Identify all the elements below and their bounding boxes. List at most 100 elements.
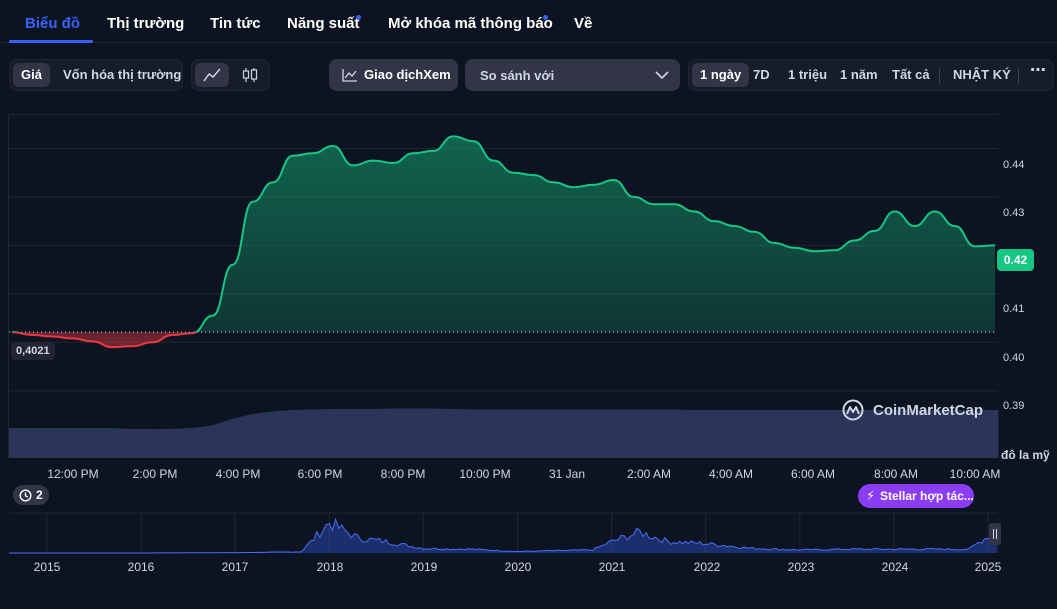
year-label: 2020 [504, 560, 532, 574]
volume-bar [773, 410, 777, 458]
volume-bar [155, 429, 160, 458]
volume-bar [632, 409, 636, 458]
volume-bar [419, 408, 423, 458]
volume-bar [614, 409, 618, 458]
volume-bar [812, 410, 816, 458]
volume-bar [65, 428, 70, 458]
volume-bar [107, 428, 112, 458]
volume-bar [572, 409, 576, 458]
volume-bar [395, 408, 400, 458]
volume-bar [398, 408, 403, 458]
volume-bar [605, 409, 609, 458]
x-tick: 10:00 PM [459, 467, 511, 481]
volume-bar [137, 429, 142, 458]
volume-bar [236, 417, 241, 458]
volume-bar [596, 409, 600, 458]
volume-bar [815, 410, 819, 458]
volume-bar [272, 411, 277, 458]
volume-bar [221, 421, 226, 458]
volume-bar [722, 410, 726, 458]
volume-bar [701, 410, 705, 458]
year-label: 2016 [127, 560, 155, 574]
overview-grid [9, 512, 998, 553]
volume-bar [131, 429, 136, 458]
volume-bar [83, 428, 88, 458]
volume-bar [239, 416, 244, 458]
events-count: 2 [36, 488, 43, 502]
volume-bar [557, 409, 561, 458]
x-tick: 8:00 AM [873, 467, 919, 481]
volume-bar [611, 409, 615, 458]
volume-bar [725, 410, 729, 458]
overview-range-handle[interactable] [989, 523, 1001, 545]
year-label: 2022 [693, 560, 721, 574]
open-price-badge: 0,4021 [11, 342, 55, 360]
volume-bar [38, 428, 43, 458]
volume-bar [590, 409, 594, 458]
volume-bar [287, 410, 292, 458]
volume-bar [770, 410, 774, 458]
news-event-label: Stellar hợp tác... [880, 489, 974, 503]
volume-bar [623, 409, 627, 458]
volume-bar [365, 409, 370, 458]
volume-bar [293, 409, 298, 458]
volume-bar [74, 428, 79, 458]
volume-bar [593, 409, 597, 458]
volume-bar [782, 410, 786, 458]
volume-bar [275, 411, 280, 458]
volume-bar [134, 429, 139, 458]
volume-bar [362, 409, 367, 458]
volume-bar [674, 409, 678, 458]
volume-bar [23, 428, 28, 458]
volume-bar [89, 428, 94, 458]
coinmarketcap-logo-icon [842, 399, 864, 421]
volume-bar [389, 408, 394, 458]
events-button[interactable]: 2 [13, 485, 49, 505]
volume-bar [500, 409, 504, 458]
volume-bar [485, 409, 489, 458]
volume-bar [830, 410, 834, 458]
volume-bar [698, 410, 702, 458]
volume-bar [542, 409, 546, 458]
volume-bar [821, 410, 825, 458]
volume-bar [17, 428, 22, 458]
volume-bar [482, 409, 486, 458]
volume-bar [47, 428, 52, 458]
volume-bar [665, 409, 669, 458]
year-label: 2025 [974, 560, 1002, 574]
volume-bar [494, 409, 498, 458]
volume-bar [806, 410, 810, 458]
volume-bar [983, 410, 987, 458]
volume-bar [143, 429, 148, 458]
current-price-badge: 0.42 [997, 249, 1034, 271]
volume-bar [80, 428, 85, 458]
volume-bar [758, 410, 762, 458]
volume-bar [653, 409, 657, 458]
volume-bar [110, 428, 115, 458]
volume-bar [194, 427, 199, 458]
volume-bar [695, 410, 699, 458]
x-tick: 6:00 PM [297, 467, 343, 481]
price-chart[interactable] [0, 0, 1057, 470]
volume-bar [140, 429, 145, 458]
volume-bar [473, 409, 477, 458]
volume-bar [296, 409, 301, 458]
volume-bar [170, 428, 175, 458]
volume-bar [740, 410, 744, 458]
volume-bar [161, 429, 166, 458]
overview-area [9, 519, 998, 553]
volume-bar [755, 410, 759, 458]
volume-bar [305, 409, 310, 458]
volume-bar [620, 409, 624, 458]
volume-bar [479, 409, 483, 458]
x-tick: 2:00 PM [132, 467, 178, 481]
volume-bar [404, 408, 408, 458]
volume-bar [392, 408, 397, 458]
volume-bar [209, 425, 214, 458]
overview-line [9, 517, 998, 554]
volume-bar [692, 409, 696, 458]
volume-bar [608, 409, 612, 458]
x-tick: 2:00 AM [626, 467, 672, 481]
volume-bar [266, 411, 271, 458]
volume-bar [401, 408, 405, 458]
